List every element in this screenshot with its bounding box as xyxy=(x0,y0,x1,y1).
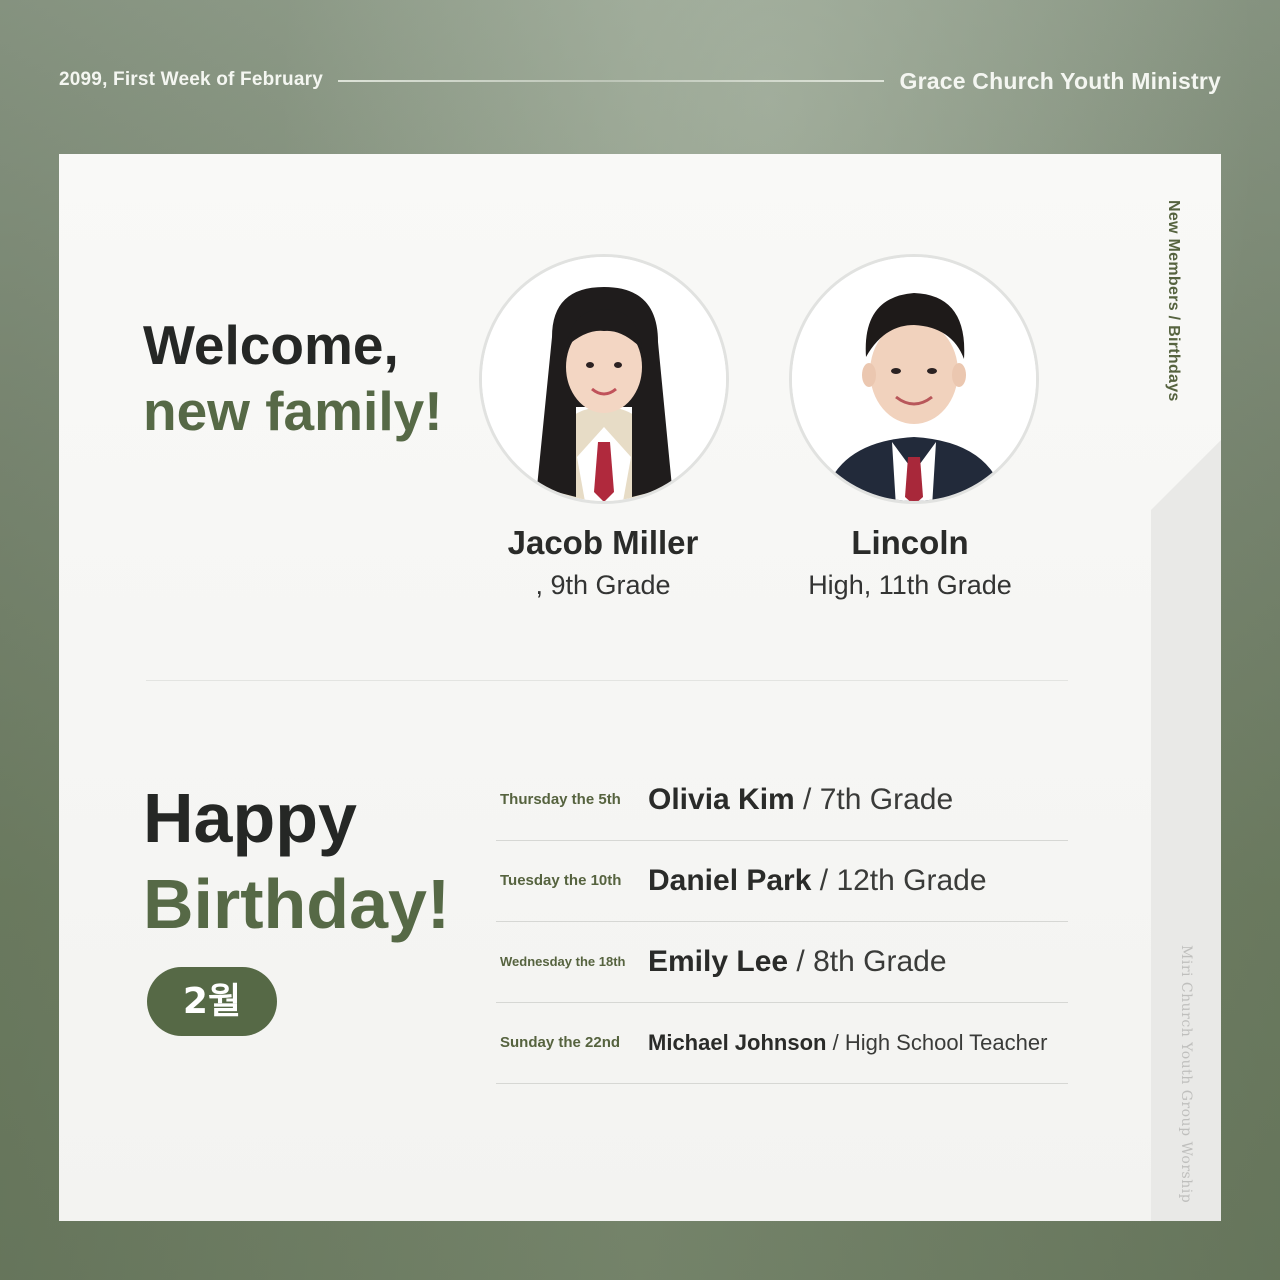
header-organization: Grace Church Youth Ministry xyxy=(899,68,1221,94)
header-date: 2099, First Week of February xyxy=(59,69,323,90)
member-name-1: Jacob Miller xyxy=(507,524,699,561)
welcome-heading: Welcome, new family! xyxy=(143,312,443,444)
birthday-row: Wednesday the 18th Emily Lee / 8th Grade xyxy=(496,921,1068,1003)
birthday-separator: / xyxy=(811,863,837,897)
member-avatar-1 xyxy=(479,254,729,504)
birthday-name: Olivia Kim xyxy=(648,782,795,816)
student-photo-boy xyxy=(792,257,1036,501)
birthday-name: Michael Johnson xyxy=(648,1029,827,1055)
birthday-entry: Olivia Kim / 7th Grade xyxy=(648,783,953,817)
birthday-date: Thursday the 5th xyxy=(500,791,621,808)
member-grade-1: , 9th Grade xyxy=(535,570,671,600)
welcome-line2: new family! xyxy=(143,380,443,442)
birthday-date: Sunday the 22nd xyxy=(500,1034,621,1051)
birthday-row: Tuesday the 10th Daniel Park / 12th Grad… xyxy=(496,840,1068,922)
birthday-entry: Emily Lee / 8th Grade xyxy=(648,945,947,979)
side-section-label: New Members / Birthdays xyxy=(1165,200,1182,402)
section-divider xyxy=(146,680,1068,681)
birthday-entry: Daniel Park / 12th Grade xyxy=(648,864,987,898)
student-photo-girl xyxy=(482,257,726,501)
birthday-line1: Happy xyxy=(143,779,357,857)
birthday-entry: Michael Johnson / High School Teacher xyxy=(648,1030,1047,1056)
birthday-date: Wednesday the 18th xyxy=(500,954,626,969)
birthday-separator: / xyxy=(826,1029,845,1055)
month-badge: 2월 xyxy=(147,967,277,1036)
birthday-line2: Birthday! xyxy=(143,865,451,943)
birthday-date: Tuesday the 10th xyxy=(500,872,622,889)
birthday-role: 12th Grade xyxy=(836,863,987,897)
member-grade-2: High, 11th Grade xyxy=(808,570,1012,600)
member-name-2: Lincoln xyxy=(851,524,969,561)
birthday-separator: / xyxy=(788,944,814,978)
header-divider-line xyxy=(338,80,884,82)
birthday-role: 8th Grade xyxy=(813,944,947,978)
welcome-line1: Welcome, xyxy=(143,314,399,376)
birthday-heading: Happy Birthday! xyxy=(143,775,450,947)
birthday-row: Sunday the 22nd Michael Johnson / High S… xyxy=(496,1002,1068,1084)
birthday-role: 7th Grade xyxy=(819,782,954,816)
birthday-separator: / xyxy=(794,782,820,816)
member-avatar-2 xyxy=(789,254,1039,504)
birthday-name: Emily Lee xyxy=(648,944,789,978)
birthday-role: High School Teacher xyxy=(844,1029,1048,1055)
footer-watermark: Miri Church Youth Group Worship xyxy=(1178,945,1194,1204)
birthday-row: Thursday the 5th Olivia Kim / 7th Grade xyxy=(496,759,1068,841)
birthday-name: Daniel Park xyxy=(648,863,812,897)
